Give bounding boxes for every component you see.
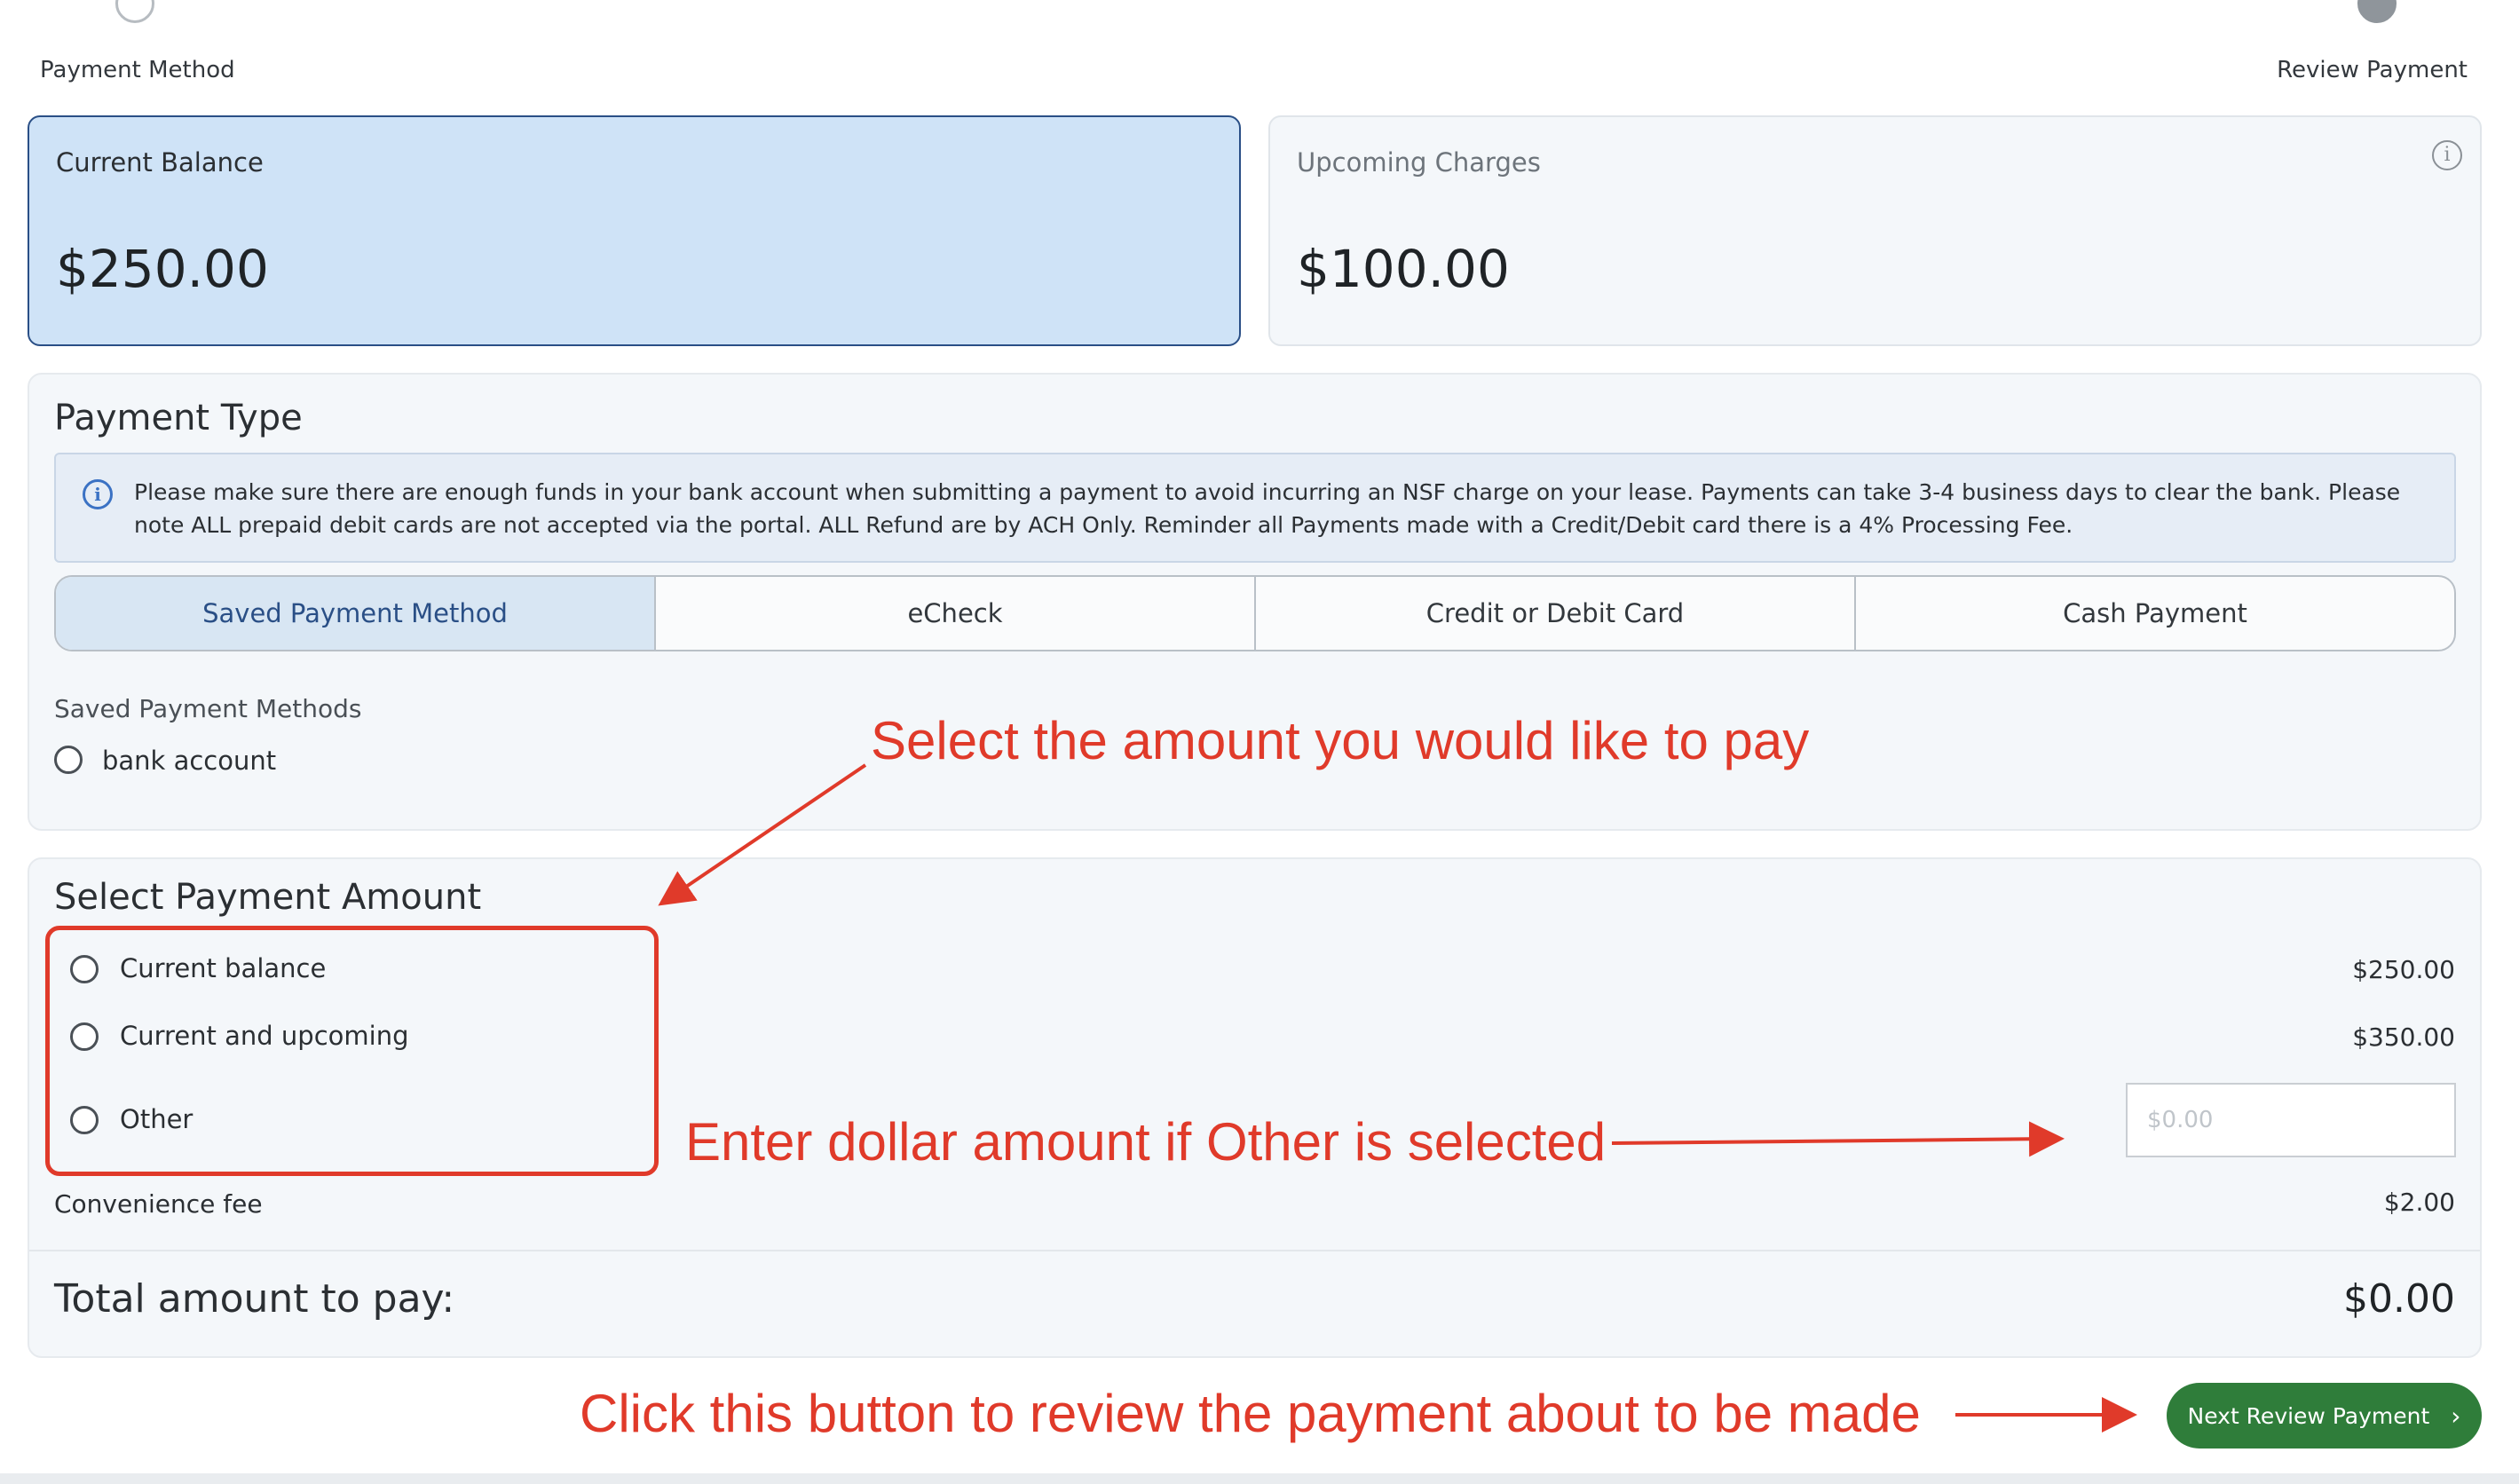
- total-amount-label: Total amount to pay:: [54, 1276, 455, 1322]
- other-amount-input[interactable]: [2126, 1083, 2456, 1157]
- upcoming-charges-title: Upcoming Charges: [1297, 147, 1541, 178]
- upcoming-charges-card[interactable]: Upcoming Charges $100.00 i: [1268, 115, 2482, 346]
- total-amount-value: $0.00: [2343, 1276, 2455, 1322]
- saved-payment-methods-label: Saved Payment Methods: [54, 694, 362, 723]
- info-icon[interactable]: i: [2432, 140, 2462, 170]
- step-payment-method-label: Payment Method: [40, 57, 235, 83]
- tab-cash-payment[interactable]: Cash Payment: [1856, 577, 2454, 650]
- convenience-fee-label: Convenience fee: [54, 1189, 263, 1219]
- payment-type-heading: Payment Type: [54, 398, 303, 438]
- step-review-payment-label: Review Payment: [2277, 57, 2468, 83]
- chevron-right-icon: ›: [2451, 1401, 2461, 1431]
- notice-info-icon: i: [83, 479, 113, 509]
- annotation-select-amount: Select the amount you would like to pay: [871, 711, 1810, 770]
- payment-notice: i Please make sure there are enough fund…: [54, 453, 2456, 563]
- tab-echeck[interactable]: eCheck: [656, 577, 1256, 650]
- current-balance-card[interactable]: Current Balance $250.00: [28, 115, 1241, 346]
- annotation-enter-other: Enter dollar amount if Other is selected: [685, 1112, 1607, 1172]
- next-review-payment-button[interactable]: Next Review Payment ›: [2167, 1383, 2482, 1448]
- current-balance-amount: $250.00: [56, 239, 269, 299]
- current-balance-option-amount: $250.00: [2352, 955, 2455, 984]
- convenience-fee-amount: $2.00: [2383, 1188, 2455, 1217]
- page-bottom-edge: [0, 1473, 2519, 1484]
- total-divider: [29, 1250, 2480, 1251]
- annotation-highlight-box: [45, 926, 659, 1176]
- step-2-indicator: [2357, 0, 2397, 23]
- payment-type-tabs: Saved Payment Method eCheck Credit or De…: [54, 575, 2456, 651]
- step-1-indicator: [115, 0, 154, 23]
- current-and-upcoming-option-amount: $350.00: [2352, 1022, 2455, 1052]
- bank-account-radio[interactable]: [54, 746, 83, 774]
- upcoming-charges-amount: $100.00: [1297, 239, 1510, 299]
- tab-credit-debit-card[interactable]: Credit or Debit Card: [1256, 577, 1856, 650]
- annotation-click-button: Click this button to review the payment …: [580, 1384, 1921, 1443]
- notice-text: Please make sure there are enough funds …: [134, 479, 2401, 538]
- bank-account-label[interactable]: bank account: [102, 746, 276, 776]
- tab-saved-payment-method[interactable]: Saved Payment Method: [56, 577, 656, 650]
- next-button-label: Next Review Payment: [2187, 1402, 2430, 1429]
- current-balance-title: Current Balance: [56, 147, 264, 178]
- payment-amount-heading: Select Payment Amount: [54, 877, 482, 918]
